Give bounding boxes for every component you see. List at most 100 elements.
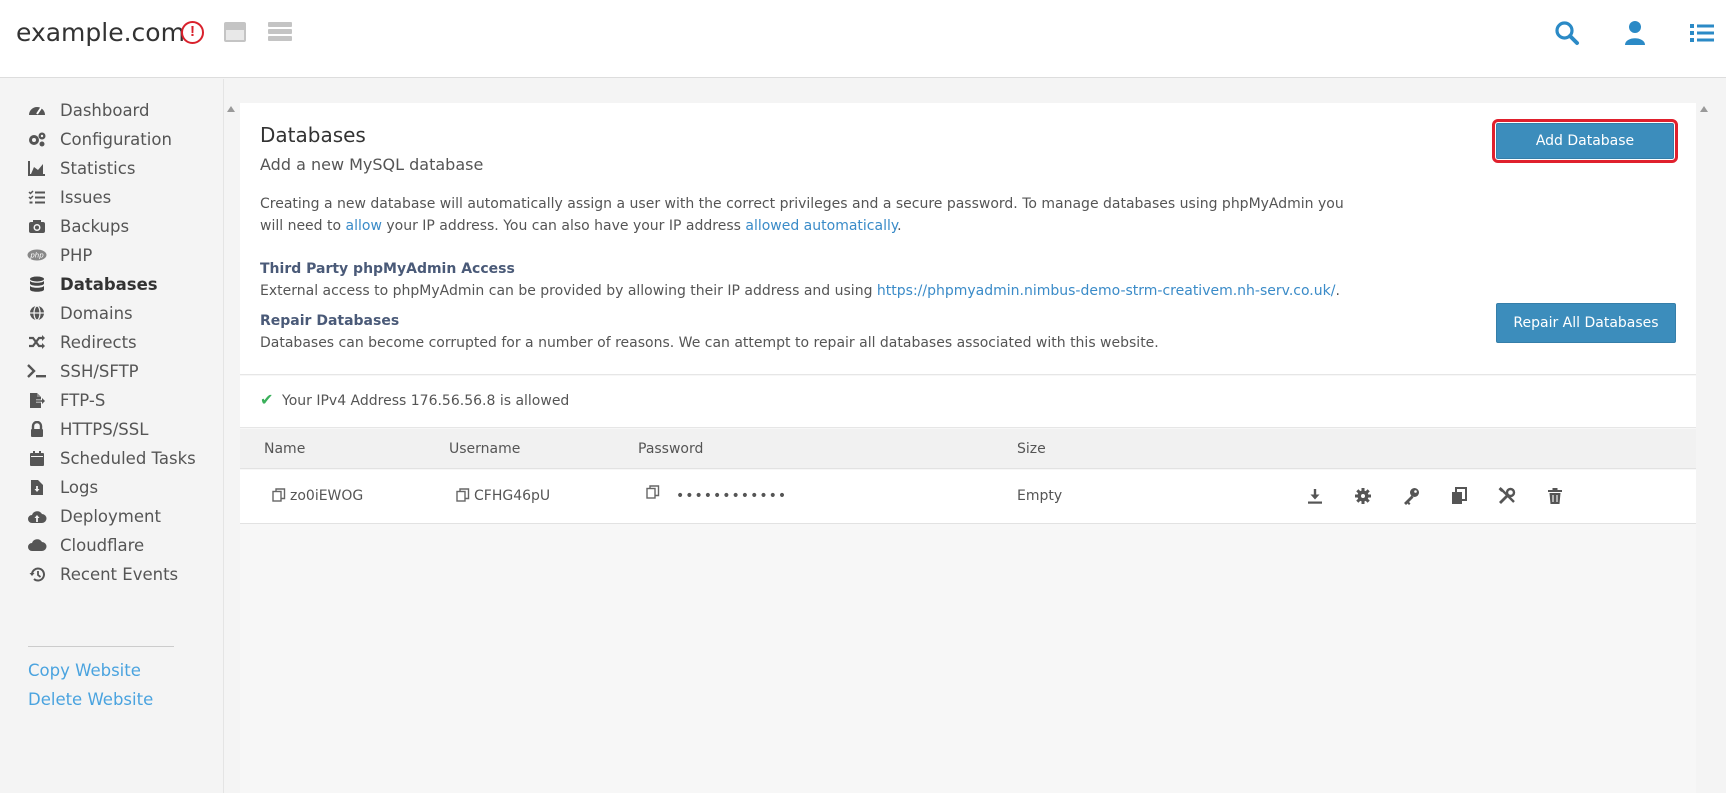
- file-download-icon: [26, 478, 48, 496]
- camera-icon: [26, 217, 48, 235]
- sidebar-item-backups[interactable]: Backups: [26, 213, 129, 239]
- user-icon[interactable]: [1620, 18, 1650, 48]
- checklist-icon: [26, 188, 48, 206]
- sidebar-scroll-up-arrow[interactable]: [227, 106, 235, 112]
- sidebar-item-label: Scheduled Tasks: [60, 448, 196, 468]
- sidebar-item-label: Domains: [60, 303, 133, 323]
- sidebar-item-https-ssl[interactable]: HTTPS/SSL: [26, 416, 148, 442]
- gear-icon[interactable]: [1352, 485, 1374, 507]
- sidebar-item-label: Statistics: [60, 158, 136, 178]
- copy-icon[interactable]: [272, 488, 286, 502]
- sidebar-item-recent-events[interactable]: Recent Events: [26, 561, 178, 587]
- globe-icon: [26, 304, 48, 322]
- database-icon: [26, 275, 48, 293]
- sidebar-item-deployment[interactable]: Deployment: [26, 503, 161, 529]
- trash-icon[interactable]: [1544, 485, 1566, 507]
- svg-text:php: php: [29, 252, 44, 260]
- key-icon[interactable]: [1400, 485, 1422, 507]
- shuffle-icon: [26, 333, 48, 351]
- cloud-icon: [26, 536, 48, 554]
- allowed-automatically-link[interactable]: allowed automatically: [745, 218, 897, 234]
- copy-icon[interactable]: [646, 485, 660, 499]
- sidebar-item-ftp-s[interactable]: FTP-S: [26, 387, 105, 413]
- tools-icon[interactable]: [1496, 485, 1518, 507]
- sidebar-item-logs[interactable]: Logs: [26, 474, 98, 500]
- add-database-button[interactable]: Add Database: [1492, 119, 1678, 163]
- server-icon[interactable]: [268, 22, 292, 42]
- column-header-username[interactable]: Username: [449, 441, 520, 457]
- phpmyadmin-url-link[interactable]: https://phpmyadmin.nimbus-demo-strm-crea…: [877, 283, 1336, 299]
- sidebar-item-ssh-sftp[interactable]: SSH/SFTP: [26, 358, 139, 384]
- sidebar-item-label: Dashboard: [60, 100, 150, 120]
- databases-description: Creating a new database will automatical…: [260, 193, 1350, 237]
- third-party-description: External access to phpMyAdmin can be pro…: [260, 283, 877, 299]
- sidebar-item-label: HTTPS/SSL: [60, 419, 149, 439]
- sidebar-item-label: Logs: [60, 477, 99, 497]
- calendar-icon: [26, 449, 48, 467]
- description-text: your IP address. You can also have your …: [381, 218, 746, 234]
- third-party-end: .: [1335, 283, 1340, 299]
- description-text: .: [897, 218, 902, 234]
- table-header: Name Username Password Size: [240, 429, 1696, 469]
- search-icon[interactable]: [1552, 18, 1582, 48]
- sidebar-item-databases[interactable]: Databases: [26, 271, 158, 297]
- sidebar-item-scheduled-tasks[interactable]: Scheduled Tasks: [26, 445, 196, 471]
- sidebar-item-domains[interactable]: Domains: [26, 300, 133, 326]
- gauge-icon: [26, 101, 48, 119]
- sidebar-item-label: Databases: [60, 274, 158, 294]
- databases-info-section: Databases Add a new MySQL database Creat…: [240, 103, 1696, 375]
- third-party-text: External access to phpMyAdmin can be pro…: [260, 283, 1340, 299]
- file-export-icon: [26, 391, 48, 409]
- list-menu-icon[interactable]: [1687, 18, 1717, 48]
- browser-window-icon[interactable]: [224, 22, 246, 42]
- sidebar-item-cloudflare[interactable]: Cloudflare: [26, 532, 144, 558]
- history-icon: [26, 565, 48, 583]
- databases-panel: Databases Add a new MySQL database Creat…: [240, 103, 1696, 793]
- allow-ip-link[interactable]: allow: [346, 218, 382, 234]
- gears-icon: [26, 130, 48, 148]
- sidebar-item-dashboard[interactable]: Dashboard: [26, 97, 150, 123]
- alert-icon[interactable]: !: [181, 21, 204, 44]
- sidebar: Dashboard Configuration Statistics Issue…: [0, 79, 224, 793]
- repair-all-databases-button[interactable]: Repair All Databases: [1496, 303, 1676, 343]
- copy-icon[interactable]: [456, 488, 470, 502]
- sidebar-item-label: Cloudflare: [60, 535, 145, 555]
- database-size: Empty: [1017, 488, 1063, 504]
- repair-title: Repair Databases: [260, 313, 400, 329]
- sidebar-item-label: Issues: [60, 187, 112, 207]
- page-title: Databases: [260, 123, 366, 147]
- sidebar-item-label: Deployment: [60, 506, 161, 526]
- area-chart-icon: [26, 159, 48, 177]
- database-password: ••••••••••••: [676, 488, 788, 504]
- sidebar-item-php[interactable]: php PHP: [26, 242, 92, 268]
- sidebar-item-redirects[interactable]: Redirects: [26, 329, 137, 355]
- cloud-upload-icon: [26, 507, 48, 525]
- sidebar-item-issues[interactable]: Issues: [26, 184, 111, 210]
- duplicate-icon[interactable]: [1448, 485, 1470, 507]
- database-name: zo0iEWOG: [290, 488, 364, 504]
- sidebar-item-label: Backups: [60, 216, 130, 236]
- ip-status-text: Your IPv4 Address 176.56.56.8 is allowed: [282, 393, 570, 409]
- lock-icon: [26, 420, 48, 438]
- sidebar-item-label: Redirects: [60, 332, 137, 352]
- top-bar: example.com !: [0, 0, 1726, 78]
- main-scroll-up-arrow[interactable]: [1700, 106, 1708, 112]
- sidebar-item-statistics[interactable]: Statistics: [26, 155, 135, 181]
- terminal-icon: [26, 362, 48, 380]
- column-header-name[interactable]: Name: [264, 441, 305, 457]
- check-icon: ✔: [260, 392, 274, 409]
- page-subtitle: Add a new MySQL database: [260, 155, 484, 174]
- ip-status-row: ✔ Your IPv4 Address 176.56.56.8 is allow…: [240, 376, 1696, 428]
- download-icon[interactable]: [1304, 485, 1326, 507]
- column-header-size[interactable]: Size: [1017, 441, 1046, 457]
- php-icon: php: [26, 246, 48, 264]
- database-username: CFHG46pU: [474, 488, 551, 504]
- sidebar-item-label: FTP-S: [60, 390, 106, 410]
- column-header-password[interactable]: Password: [638, 441, 703, 457]
- sidebar-item-configuration[interactable]: Configuration: [26, 126, 172, 152]
- site-title[interactable]: example.com: [16, 18, 185, 47]
- sidebar-item-label: PHP: [60, 245, 93, 265]
- delete-website-link[interactable]: Delete Website: [28, 690, 153, 709]
- sidebar-item-label: Recent Events: [60, 564, 179, 584]
- copy-website-link[interactable]: Copy Website: [28, 661, 141, 680]
